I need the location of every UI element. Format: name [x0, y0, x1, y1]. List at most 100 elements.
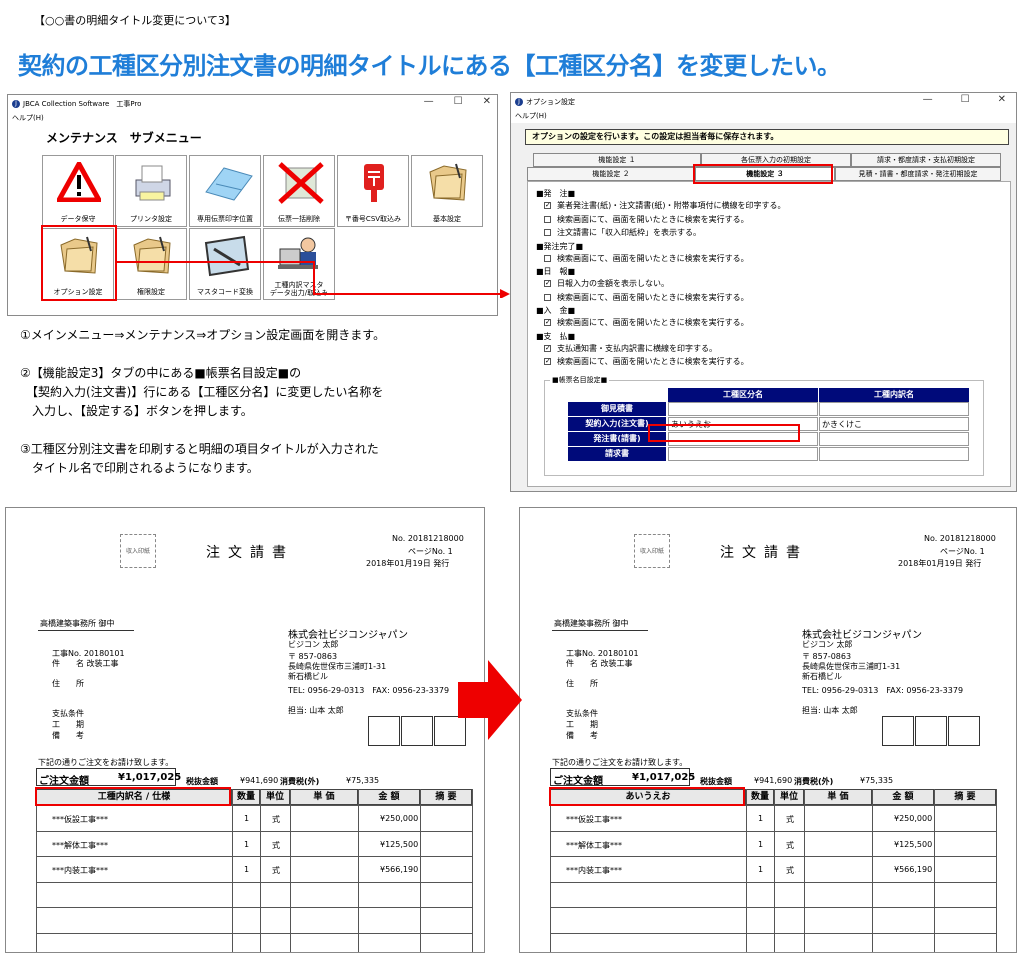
line-qty: 1: [758, 814, 764, 823]
grid-cell-breakdown[interactable]: [819, 402, 969, 416]
option-row: 検索画面にて、画面を開いたときに検索を実行する。: [544, 214, 749, 225]
maximize-button[interactable]: ☐: [961, 94, 970, 105]
checkbox-checked[interactable]: ✓: [544, 358, 551, 365]
option-row: ✓ 日報入力の金額を表示しない。: [544, 278, 669, 289]
printer-settings-button[interactable]: プリンタ設定: [115, 155, 187, 227]
connector-arrow-icon: [116, 261, 510, 298]
grid-cell-breakdown[interactable]: かきくけこ: [819, 417, 969, 431]
checkbox-unchecked[interactable]: [544, 293, 551, 301]
minimize-button[interactable]: —: [923, 94, 933, 105]
section-heading: ■入 金■: [536, 306, 576, 315]
doc-person: ビジコン 太郎: [288, 640, 339, 649]
app-icon: J: [515, 98, 523, 106]
checkbox-checked[interactable]: ✓: [544, 319, 551, 326]
line-name: ***内装工事***: [52, 866, 108, 875]
option-settings-button[interactable]: オプション設定: [42, 228, 114, 300]
table-header: 金 額: [872, 789, 934, 805]
line-qty: 1: [244, 839, 250, 849]
option-label: 業者発注書(紙)・注文請書(紙)・附帯事項付に横線を印字する。: [557, 201, 786, 210]
tab-slip-defaults[interactable]: 各伝票入力の初期設定: [701, 153, 851, 167]
doc-intro: 下記の通りご注文をお請け致します。: [552, 758, 688, 767]
table-header: 工種内訳名 / 仕様: [36, 789, 232, 805]
checkbox-unchecked[interactable]: [544, 254, 551, 262]
doc-terms: 支払条件: [566, 709, 598, 718]
table-header: 摘 要: [420, 789, 472, 805]
close-button[interactable]: ✕: [998, 94, 1006, 105]
checkbox-checked[interactable]: ✓: [544, 344, 551, 352]
basic-settings-button[interactable]: 基本設定: [411, 155, 483, 227]
menu-help[interactable]: ヘルプ(H): [8, 113, 497, 123]
line-name: ***解体工事***: [52, 840, 108, 850]
doc-recipient: 高橋建築事務所 御中: [40, 619, 115, 628]
menu-help[interactable]: ヘルプ(H): [511, 111, 1016, 123]
grid-cell-category[interactable]: [668, 447, 818, 461]
instruction-2c: 入力し、【設定する】ボタンを押します。: [20, 404, 253, 418]
line-qty: 1: [244, 814, 250, 823]
line-amount: ¥566,190: [380, 865, 419, 874]
tab-function-2[interactable]: 機能設定 ２: [527, 167, 695, 181]
doc-terms: 支払条件: [52, 709, 84, 718]
doc-staff: 担当: 山本 太郎: [288, 706, 344, 715]
title-bar: J JBCA Collection Software 工事Pro — ☐ ✕: [8, 95, 497, 113]
tab-function-3[interactable]: 機能設定 ３: [695, 167, 835, 181]
checkbox-unchecked[interactable]: [544, 215, 551, 223]
doc-intro: 下記の通りご注文をお請け致します。: [38, 758, 174, 767]
option-label: 支払通知書・支払内訳書に横線を印字する。: [557, 343, 717, 353]
option-label: 検索画面にて、画面を開いたときに検索を実行する。: [557, 292, 749, 302]
minimize-button[interactable]: —: [424, 96, 434, 107]
line-unit: 式: [272, 840, 280, 850]
table-header: 摘 要: [934, 789, 996, 805]
option-row: 検索画面にて、画面を開いたときに検索を実行する。: [544, 292, 749, 303]
checkbox-checked[interactable]: ✓: [544, 280, 551, 287]
doc-total: ¥1,017,025: [632, 772, 696, 783]
slip-print-position-button[interactable]: 専用伝票印字位置: [189, 155, 261, 227]
maximize-button[interactable]: ☐: [454, 96, 463, 107]
instruction-3: ③工種区分別注文書を印刷すると明細の項目タイトルが入力された: [20, 442, 379, 456]
doc-excl: ¥941,690: [240, 776, 279, 785]
grid-cell-category[interactable]: [668, 432, 818, 446]
doc-addr2: 新石橋ビル: [802, 672, 842, 681]
grid-cell-breakdown[interactable]: [819, 432, 969, 446]
table-header: 数量: [746, 789, 774, 805]
grid-row-label: 発注書(請書): [568, 432, 666, 446]
line-unit: 式: [272, 866, 280, 875]
doc-page: ページNo. 1: [940, 547, 985, 556]
doc-issued: 2018年01月19日 発行: [366, 559, 450, 568]
doc-tax-label: 消費税(外): [794, 777, 834, 786]
folder-icon: [429, 163, 467, 201]
table-header: 単 価: [290, 789, 358, 805]
table-header: 単 価: [804, 789, 872, 805]
line-amount: ¥250,000: [894, 814, 933, 823]
checkbox-checked[interactable]: ✓: [544, 202, 551, 209]
tab-billing-defaults[interactable]: 請求・都度請求・支払初期設定: [851, 153, 1001, 167]
doc-terms: 備 考: [52, 731, 84, 740]
doc-total: ¥1,017,025: [118, 772, 182, 783]
data-maintenance-button[interactable]: データ保守: [42, 155, 114, 227]
window-title: JBCA Collection Software 工事Pro: [23, 100, 142, 108]
doc-recipient: 高橋建築事務所 御中: [554, 619, 629, 628]
table-header: 金 額: [358, 789, 420, 805]
submenu-title: メンテナンス サブメニュー: [46, 131, 202, 145]
section-heading: ■発 注■: [536, 189, 576, 198]
postal-csv-import-button[interactable]: 〒番号CSV取込み: [337, 155, 409, 227]
page-note: 【○○書の明細タイトル変更について3】: [34, 14, 236, 27]
doc-person: ビジコン 太郎: [802, 640, 853, 649]
delete-icon: [278, 162, 324, 204]
checkbox-unchecked[interactable]: [544, 229, 551, 236]
postbox-icon: [364, 164, 384, 202]
grid-header-breakdown: 工種内訳名: [819, 388, 969, 402]
grid-cell-category[interactable]: あいうえお: [668, 417, 818, 431]
instruction-2: ②【機能設定3】タブの中にある■帳票名目設定■の: [20, 366, 302, 380]
close-button[interactable]: ✕: [483, 96, 491, 107]
tab-function-1[interactable]: 機能設定 １: [533, 153, 701, 167]
option-row: ✓ 検索画面にて、画面を開いたときに検索を実行する。: [544, 317, 749, 328]
instruction-2b: 【契約入力(注文書)】行にある【工種区分名】に変更したい名称を: [20, 385, 384, 399]
form-name-group-label: ■帳票名目設定■: [550, 375, 610, 385]
grid-cell-category[interactable]: [668, 402, 818, 416]
doc-issued: 2018年01月19日 発行: [898, 559, 982, 568]
tab-estimate-defaults[interactable]: 見積・請書・都度請求・発注初期設定: [835, 167, 1001, 181]
order-document-before: 収入印紙 注文請書 No. 20181218000 ページNo. 1 2018年01月1…: [5, 507, 485, 953]
option-row: ✓ 支払通知書・支払内訳書に横線を印字する。: [544, 343, 717, 354]
grid-cell-breakdown[interactable]: [819, 447, 969, 461]
bulk-slip-delete-button[interactable]: 伝票一括削除: [263, 155, 335, 227]
